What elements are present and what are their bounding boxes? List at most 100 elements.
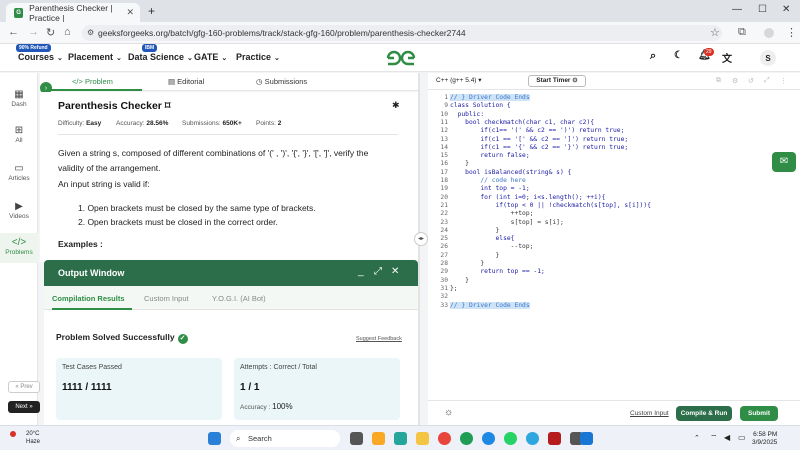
store-icon[interactable] [394,432,407,445]
site-info-icon[interactable]: ⚙ [87,25,94,41]
copy-icon[interactable]: ⧉ [716,77,721,85]
line-number: 9 [444,102,448,110]
points: Points: 2 [256,120,282,127]
start-timer-button[interactable]: Start Timer ⊙ [528,75,586,87]
data-science-badge: IBM [142,44,158,52]
battery-icon[interactable]: ▭ [738,433,746,442]
clock[interactable]: 6:58 PM 3/9/2025 [752,431,777,447]
new-tab-icon[interactable]: + [148,4,155,18]
problem-title: Parenthesis Checker ⌑ [58,100,171,112]
maximize-icon[interactable]: ☐ [758,4,767,15]
weather-widget[interactable]: 20°C Haze [10,430,40,446]
bookmark-star-icon[interactable]: ☆ [710,26,720,39]
problem-panel: Parenthesis Checker ⌑ ✱ Difficulty: Easy… [40,92,418,262]
language-select[interactable]: C++ (g++ 5.4) ▾ [436,76,482,84]
compile-run-button[interactable]: Compile & Run [676,406,732,421]
tab-submissions[interactable]: ◷ Submissions [256,77,307,86]
taskbar-search[interactable]: ⌕ Search [230,430,340,447]
avatar[interactable]: S [760,50,776,66]
expand-output-icon[interactable]: ⤢ [374,266,382,277]
dark-mode-icon[interactable]: ☾ [674,50,683,61]
minimize-output-icon[interactable]: _ [358,266,364,277]
nav-courses[interactable]: Courses ⌄ [18,52,63,62]
search-icon[interactable]: ⌕ [650,50,656,63]
next-button[interactable]: Next » [8,401,40,413]
whatsapp-icon[interactable] [504,432,517,445]
hint-bulb-icon[interactable]: ☼ [444,407,453,418]
output-window-header: Output Window _ ⤢ ✕ [44,260,418,286]
panel-resize-handle[interactable]: ◂▸ [414,232,428,246]
tab-custom-input[interactable]: Custom Input [144,294,189,303]
wifi-icon[interactable]: ⌔ [710,433,718,443]
chrome-icon[interactable] [438,432,451,445]
windows-start-icon[interactable] [208,432,221,445]
code-line: int top = -1; [450,185,530,193]
close-output-icon[interactable]: ✕ [391,266,399,277]
settings-icon[interactable]: ⚙ [732,77,738,85]
tab-close-icon[interactable]: ✕ [126,7,134,18]
fullscreen-icon[interactable]: ⤢ [764,77,770,85]
tab-problem[interactable]: </> Problem [72,77,113,86]
more-icon[interactable]: ⋮ [780,77,787,85]
line-number: 30 [440,276,448,284]
home-icon[interactable]: ⌂ [64,26,71,38]
app-icon[interactable] [460,432,473,445]
profile-icon[interactable] [764,28,774,38]
language-toggle-icon[interactable]: 文 [722,50,732,65]
line-number: 29 [440,268,448,276]
tab-compilation-results[interactable]: Compilation Results [52,294,125,303]
browser-tab[interactable]: G Parenthesis Checker | Practice | ✕ [6,3,140,23]
attempts-label: Attempts : Correct / Total [240,364,317,371]
sidebar-item-dash[interactable]: ▦ Dash [0,89,38,108]
forward-icon[interactable]: → [28,26,39,38]
url-field[interactable]: ⚙ geeksforgeeks.org/batch/gfg-160-proble… [82,25,722,41]
code-icon: </> [11,237,27,248]
code-editor[interactable]: 1// } Driver Code Ends 9 class Solution {1… [428,90,800,400]
gfg-logo[interactable] [384,48,418,68]
sidebar-item-videos[interactable]: ▶ Videos [0,201,38,220]
divider [58,134,398,135]
tray-chevron-icon[interactable]: ⌃ [694,434,700,442]
nav-gate[interactable]: GATE ⌄ [194,52,227,62]
tab-yogi-ai-bot[interactable]: Y.O.G.I. (AI Bot) [212,294,266,303]
reset-icon[interactable]: ↺ [748,77,754,85]
bookmark-icon[interactable]: ⌑ [165,100,170,112]
suggest-feedback-link[interactable]: Suggest Feedback [356,336,402,342]
nav-practice[interactable]: Practice ⌄ [236,52,280,62]
chat-icon[interactable]: ✉ [772,152,796,172]
app-icon[interactable] [548,432,561,445]
sidebar-item-all[interactable]: ⊞ All [0,125,38,144]
sidebar-item-articles[interactable]: ▭ Articles [0,163,38,182]
line-number: 12 [440,127,448,135]
code-line: // } Driver Code Ends [450,301,530,309]
tab-editorial[interactable]: ▤ Editorial [168,77,204,86]
prev-button[interactable]: « Prev [8,381,40,393]
back-icon[interactable]: ← [8,26,19,38]
sidebar-item-problems[interactable]: </> Problems [0,233,38,263]
window-close-icon[interactable]: ✕ [782,4,790,15]
copilot-icon[interactable] [372,432,385,445]
vscode-icon[interactable] [580,432,593,445]
address-bar-row: ← → ↻ ⌂ ⚙ geeksforgeeks.org/batch/gfg-16… [0,22,800,44]
reload-icon[interactable]: ↻ [46,26,55,39]
nav-data-science[interactable]: Data Science ⌄ [128,52,193,62]
minimize-icon[interactable]: — [732,4,742,15]
chevron-down-icon: ⌄ [274,55,280,62]
code-line: s[top] = s[i]; [450,218,564,226]
bug-report-icon[interactable]: ✱ [392,100,400,111]
telegram-icon[interactable] [526,432,539,445]
file-explorer-icon[interactable] [416,432,429,445]
extensions-icon[interactable]: ⧉ [738,26,746,39]
code-line: return top == -1; [450,268,545,276]
task-view-icon[interactable] [350,432,363,445]
volume-icon[interactable]: ◀ [724,433,730,442]
code-line: // code here [450,177,526,184]
line-number: 1 [444,94,448,101]
submit-button[interactable]: Submit [740,406,778,421]
nav-placement[interactable]: Placement ⌄ [68,52,122,62]
line-number: 22 [440,210,448,218]
custom-input-link[interactable]: Custom Input [630,410,669,417]
browser-menu-icon[interactable]: ⋮ [786,26,797,39]
edge-icon[interactable] [482,432,495,445]
submissions: Submissions: 650K+ [182,120,242,127]
